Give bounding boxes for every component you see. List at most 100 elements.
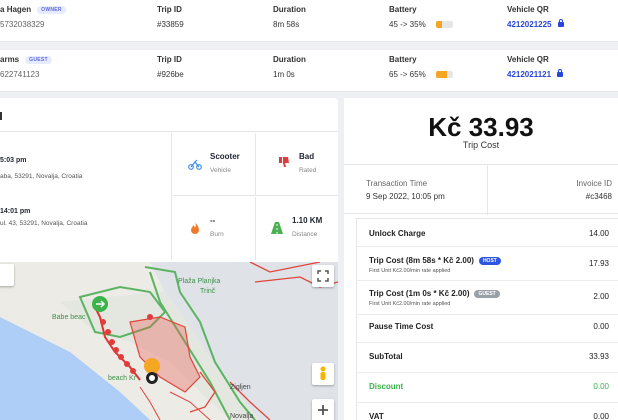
trip-row[interactable]: a Hagen OWNER 5732038329 Trip ID #33859 D… (0, 0, 618, 42)
end-address: ul. 43, 53291, Novalja, Croatia (0, 220, 88, 227)
role-badge: OWNER (37, 6, 66, 14)
trip-id-cell: Trip ID #926be (157, 55, 184, 79)
cost-value: 33.93 (588, 352, 609, 361)
trip-id: #33859 (157, 20, 184, 29)
invoice-id: #c3468 (585, 192, 612, 201)
stat-label: Burn (210, 231, 224, 238)
stat-value: 1.10 KM (292, 216, 323, 225)
trip-row[interactable]: arms GUEST 622741123 Trip ID #926be Durat… (0, 50, 618, 92)
cost-value: 14.00 (588, 229, 609, 238)
guest-badge: GUEST (474, 290, 500, 298)
user-cell: arms GUEST 622741123 (0, 55, 52, 79)
total-amount: Kč 33.93 (428, 112, 534, 142)
user-name: arms GUEST (0, 55, 52, 64)
zoom-in-button[interactable] (312, 399, 334, 420)
transaction-time-label: Transaction Time (366, 179, 428, 188)
trip-detail-panel: 5:03 pm aba, 53291, Novalja, Croatia 14:… (0, 98, 338, 420)
cost-row: Pause Time Cost 0.00 (357, 315, 618, 343)
transaction-info: Transaction Time 9 Sep 2022, 10:05 pm In… (344, 164, 618, 215)
stat-burn: -- Burn (173, 197, 256, 260)
cost-sub: First Unit Kč2.00/min rate applied (369, 301, 451, 307)
duration: 8m 58s (273, 20, 300, 29)
plus-icon (318, 405, 328, 415)
cost-name: Unlock Charge (369, 229, 426, 238)
pegman-icon (320, 366, 326, 380)
stat-value: -- (210, 216, 216, 225)
battery-icon (435, 71, 453, 78)
trip-map[interactable]: Plaža Planjka Trinč Babe beac beach Kr Z… (0, 262, 338, 420)
cost-name: Trip Cost (8m 58s * Kč 2.00) HOST (369, 256, 501, 265)
map-canvas: Plaža Planjka Trinč Babe beac beach Kr Z… (0, 262, 338, 420)
battery: 65 -> 65% (389, 70, 453, 79)
battery-label: Battery (389, 55, 417, 64)
fullscreen-button[interactable] (312, 265, 334, 287)
battery: 45 -> 35% (389, 20, 453, 29)
cost-value: 2.00 (593, 292, 609, 301)
cost-row: VAT 0.00 (357, 403, 618, 420)
duration-label: Duration (273, 5, 306, 14)
trip-id-cell: Trip ID #33859 (157, 5, 184, 29)
role-badge: GUEST (25, 56, 52, 64)
scooter-icon (188, 159, 202, 170)
map-label: Trinč (200, 288, 216, 295)
battery-label: Battery (389, 5, 417, 14)
vehicle-qr-cell: Vehicle QR 4212021225 (507, 5, 564, 29)
battery-cell: Battery 45 -> 35% (389, 5, 453, 29)
user-name: a Hagen OWNER (0, 5, 66, 14)
battery-icon (435, 21, 453, 28)
vehicle-qr-cell: Vehicle QR 4212021121 (507, 55, 564, 79)
road-icon (271, 222, 283, 234)
user-phone: 5732038329 (0, 20, 45, 29)
stat-label: Rated (299, 167, 317, 174)
end-time: 14:01 pm (0, 208, 31, 215)
thumbs-down-icon (279, 157, 289, 167)
duration: 1m 0s (273, 70, 295, 79)
map-type-button[interactable] (0, 264, 14, 286)
panel-header (0, 98, 338, 132)
vehicle-qr-label: Vehicle QR (507, 55, 549, 64)
transaction-time: 9 Sep 2022, 10:05 pm (366, 192, 445, 201)
cost-row: Unlock Charge 14.00 (357, 219, 618, 247)
vehicle-qr-label: Vehicle QR (507, 5, 549, 14)
user-phone: 622741123 (0, 70, 40, 79)
cost-row: Trip Cost (8m 58s * Kč 2.00) HOST First U… (357, 247, 618, 281)
stat-label: Vehicle (210, 167, 231, 174)
cost-name: Pause Time Cost (369, 322, 434, 331)
duration-cell: Duration 8m 58s (273, 5, 306, 29)
header-marker (0, 112, 2, 120)
trip-id-label: Trip ID (157, 5, 182, 14)
duration-label: Duration (273, 55, 306, 64)
battery-cell: Battery 65 -> 65% (389, 55, 453, 79)
lock-icon (557, 19, 564, 27)
trip-id: #926be (157, 70, 184, 79)
cost-row: Discount 0.00 (357, 373, 618, 403)
trip-id-label: Trip ID (157, 55, 182, 64)
start-time: 5:03 pm (0, 157, 27, 164)
cost-row: Trip Cost (1m 0s * Kč 2.00) GUEST First U… (357, 281, 618, 315)
total-amount-label: Trip Cost (462, 140, 500, 150)
stat-value: Scooter (210, 152, 240, 161)
stat-vehicle: Scooter Vehicle (173, 133, 256, 196)
host-badge: HOST (478, 257, 501, 265)
invoice-label: Invoice ID (576, 179, 612, 188)
vehicle-qr-link[interactable]: 4212021225 (507, 19, 564, 29)
stat-value: Bad (299, 152, 315, 161)
cost-breakdown: Unlock Charge 14.00 Trip Cost (8m 58s * … (356, 218, 618, 420)
map-label: beach Kr (108, 375, 137, 382)
map-label: Plaža Planjka (178, 278, 221, 285)
fullscreen-icon (317, 270, 329, 282)
cost-name: Trip Cost (1m 0s * Kč 2.00) GUEST (369, 289, 500, 298)
flame-icon (191, 222, 199, 234)
cost-value: 0.00 (593, 382, 609, 391)
map-label: Novalja (230, 413, 253, 420)
cost-row: SubTotal 33.93 (357, 343, 618, 373)
duration-cell: Duration 1m 0s (273, 55, 306, 79)
map-label: Zigljen (230, 384, 251, 391)
stat-distance: 1.10 KM Distance (255, 197, 338, 260)
vehicle-qr-link[interactable]: 4212021121 (507, 69, 564, 79)
cost-summary-panel: Kč 33.93 Trip Cost Transaction Time 9 Se… (344, 98, 618, 420)
cost-value: 0.00 (593, 412, 609, 420)
street-view-button[interactable] (312, 363, 334, 385)
cost-name: VAT (369, 412, 384, 420)
cost-name: Discount (369, 382, 404, 391)
